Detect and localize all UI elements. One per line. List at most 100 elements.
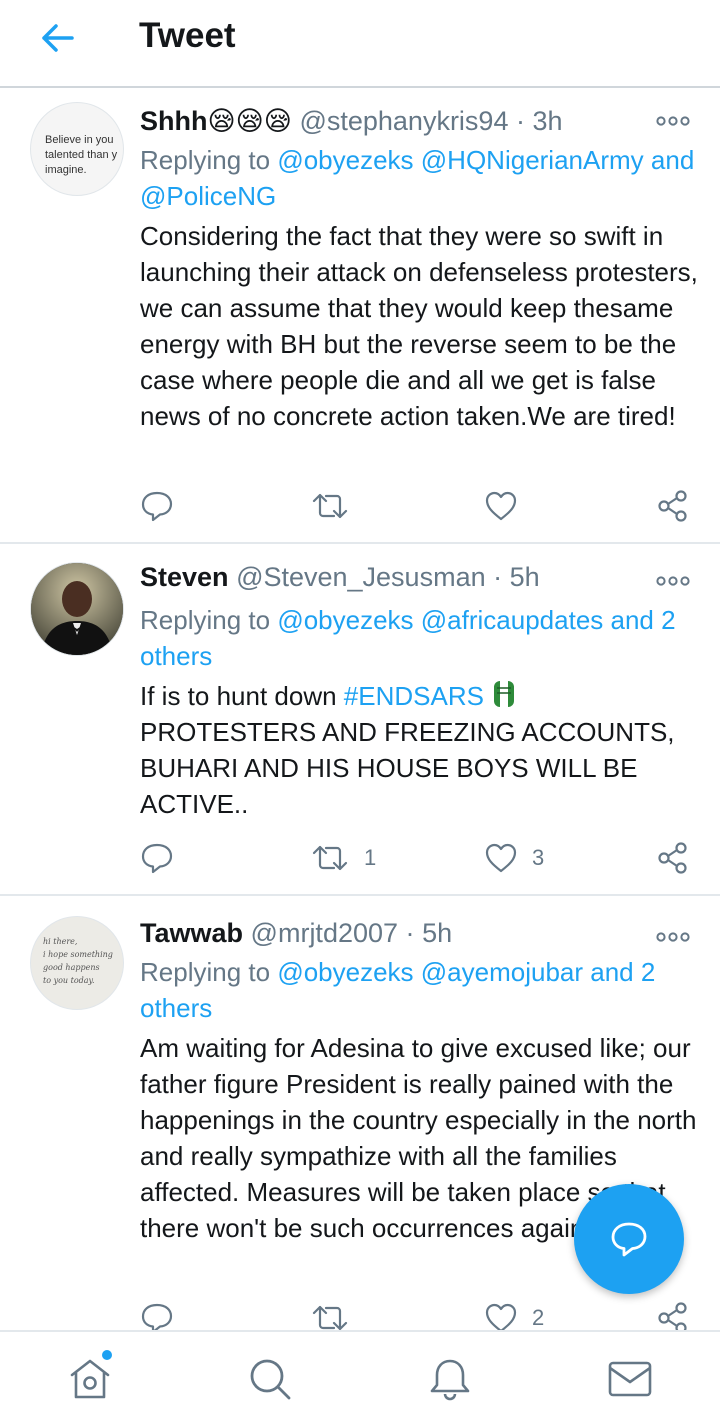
nav-messages[interactable]: [607, 1356, 653, 1402]
replying-prefix: Replying to: [140, 957, 271, 987]
tweet-actions: 1 3: [140, 838, 700, 878]
display-name[interactable]: Steven: [140, 562, 229, 592]
replying-prefix: Replying to: [140, 145, 271, 175]
user-handle[interactable]: @stephanykris94: [299, 106, 508, 136]
mention-link[interactable]: @africaupdates: [421, 605, 604, 635]
retweet-button[interactable]: [310, 1298, 364, 1330]
avatar[interactable]: Believe in you talented than y imagine.: [30, 102, 124, 196]
reply-icon: [141, 843, 173, 874]
replying-and: and 2: [590, 957, 656, 987]
replying-to: Replying to @obyezeks @africaupdates and…: [140, 602, 700, 674]
reply-icon: [141, 491, 173, 522]
mention-link[interactable]: @obyezeks: [277, 145, 413, 175]
timestamp: 5h: [509, 562, 540, 592]
like-button[interactable]: [484, 486, 532, 526]
reply-icon: [141, 1303, 173, 1330]
share-icon: [658, 490, 687, 522]
share-button[interactable]: [656, 486, 690, 526]
avatar-text-line: talented than y: [45, 149, 118, 161]
tweet[interactable]: Believe in you talented than y imagine. …: [0, 88, 720, 542]
mention-link[interactable]: @obyezeks: [277, 957, 413, 987]
search-icon: [250, 1359, 291, 1400]
mention-link[interactable]: @HQNigerianArmy: [421, 145, 644, 175]
page-title: Tweet: [139, 16, 236, 55]
separator-dot: ·: [493, 562, 503, 592]
retweet-icon: [312, 845, 348, 871]
retweet-button[interactable]: 1: [310, 838, 376, 878]
mention-link[interactable]: @PoliceNG: [140, 181, 276, 211]
like-button[interactable]: 2: [484, 1298, 544, 1330]
tweet-header: Tawwab @mrjtd2007 · 5h: [140, 916, 452, 950]
replying-and: and: [610, 605, 654, 635]
mention-link[interactable]: others: [140, 993, 212, 1023]
timestamp: 3h: [532, 106, 563, 136]
back-button[interactable]: [34, 18, 84, 58]
share-icon: [658, 842, 687, 874]
more-options-icon[interactable]: [656, 114, 690, 126]
replying-and: and: [650, 145, 695, 175]
replying-to: Replying to @obyezeks @ayemojubar and 2 …: [140, 954, 700, 1026]
reply-bubble-icon: [611, 1222, 647, 1257]
retweet-button[interactable]: [310, 486, 364, 526]
top-app-bar: Tweet: [0, 0, 720, 88]
timestamp: 5h: [422, 918, 453, 948]
tweet-text: If is to hunt down #ENDSARS PROTESTERS A…: [140, 678, 700, 822]
heart-icon: [485, 491, 517, 521]
avatar-text-line: imagine.: [45, 164, 87, 176]
avatar-text-line: to you today.: [43, 976, 95, 985]
reply-button[interactable]: [140, 486, 188, 526]
nav-home[interactable]: [67, 1356, 113, 1402]
avatar-text-line: hi there,: [43, 937, 78, 946]
share-button[interactable]: [656, 1298, 690, 1330]
like-count: 3: [532, 845, 545, 870]
avatar-text-line: i hope something: [43, 950, 113, 959]
retweet-icon: [312, 493, 348, 519]
separator-dot: ·: [515, 106, 525, 136]
reply-button[interactable]: [140, 838, 188, 878]
more-options-icon[interactable]: [656, 574, 690, 586]
hashtag-link[interactable]: #ENDSARS: [344, 681, 484, 711]
display-name[interactable]: Tawwab: [140, 918, 243, 948]
raised-fist-emoji-icon: [494, 681, 515, 707]
display-name[interactable]: Shhh😪😪😪: [140, 106, 292, 136]
avatar[interactable]: [30, 562, 124, 656]
back-arrow-icon: [42, 24, 74, 52]
mail-icon: [608, 1361, 652, 1397]
nav-notifications[interactable]: [427, 1356, 473, 1402]
new-content-indicator: [102, 1350, 112, 1360]
tweet[interactable]: Steven @Steven_Jesusman · 5h Replying to…: [0, 544, 720, 896]
replies-feed[interactable]: Believe in you talented than y imagine. …: [0, 88, 720, 1330]
nav-search[interactable]: [247, 1356, 293, 1402]
user-handle[interactable]: @mrjtd2007: [251, 918, 398, 948]
tweet-text-part: PROTESTERS AND FREEZING ACCOUNTS, BUHARI…: [140, 717, 675, 819]
tweet-text-part: If is to hunt down: [140, 681, 344, 711]
replying-to: Replying to @obyezeks @HQNigerianArmy an…: [140, 142, 700, 214]
home-icon: [70, 1359, 110, 1399]
avatar-text-line: Believe in you: [45, 134, 114, 146]
like-button[interactable]: 3: [484, 838, 544, 878]
tweet-actions: [140, 486, 700, 526]
avatar[interactable]: hi there, i hope something good happens …: [30, 916, 124, 1010]
mention-link[interactable]: @obyezeks: [277, 605, 413, 635]
heart-icon: [485, 1303, 517, 1330]
tweet-header: Shhh😪😪😪 @stephanykris94 · 3h: [140, 104, 563, 138]
share-button[interactable]: [656, 838, 690, 878]
like-count: 2: [532, 1305, 545, 1330]
bell-icon: [430, 1359, 470, 1401]
retweet-icon: [312, 1305, 348, 1330]
share-icon: [658, 1302, 687, 1330]
mention-link[interactable]: @ayemojubar: [421, 957, 583, 987]
reply-button[interactable]: [140, 1298, 188, 1330]
user-handle[interactable]: @Steven_Jesusman: [236, 562, 486, 592]
compose-reply-button[interactable]: [574, 1184, 684, 1294]
more-options-icon[interactable]: [656, 930, 690, 942]
separator-dot: ·: [405, 918, 415, 948]
replying-prefix: Replying to: [140, 605, 271, 635]
tweet-text: Considering the fact that they were so s…: [140, 221, 698, 431]
bottom-navigation: [0, 1330, 720, 1420]
avatar-text-line: good happens: [43, 963, 100, 972]
tweet-actions: 2: [140, 1298, 700, 1330]
tweet-header: Steven @Steven_Jesusman · 5h: [140, 560, 540, 594]
retweet-count: 1: [364, 845, 377, 870]
heart-icon: [485, 843, 517, 873]
